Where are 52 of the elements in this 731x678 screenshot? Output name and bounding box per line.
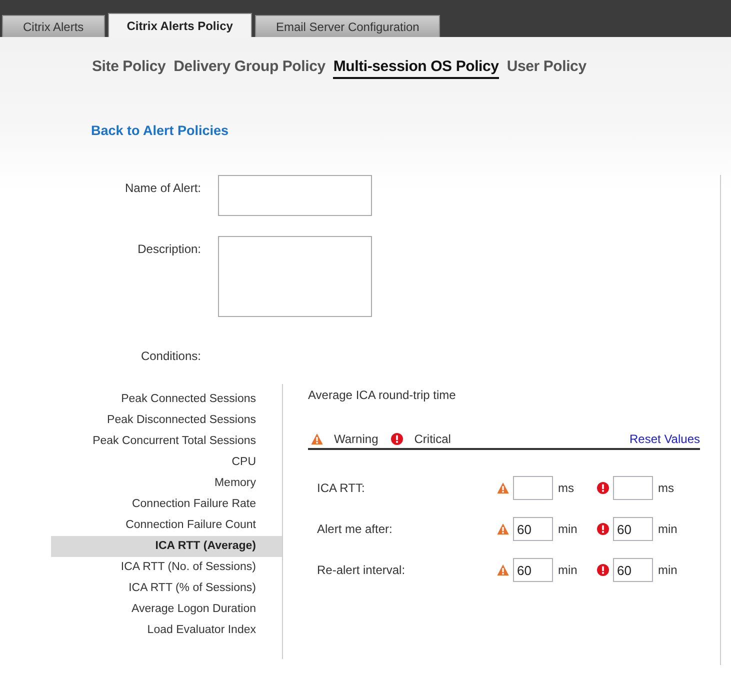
policy-tab[interactable]: User Policy bbox=[506, 58, 586, 77]
error-icon bbox=[391, 433, 404, 445]
setting-label: Alert me after: bbox=[317, 522, 394, 536]
reset-link[interactable]: Reset Values bbox=[630, 432, 700, 446]
field-label: Description: bbox=[136, 241, 201, 258]
threshold-field[interactable] bbox=[513, 476, 553, 500]
warning-icon bbox=[497, 564, 509, 576]
condition-item[interactable]: Load Evaluator Index bbox=[51, 620, 282, 641]
setting-label: ICA RTT: bbox=[317, 481, 366, 495]
condition-item[interactable]: CPU bbox=[51, 452, 282, 473]
unit-label: min bbox=[558, 522, 578, 536]
condition-item[interactable]: Memory bbox=[51, 473, 282, 494]
back-link[interactable]: Back to Alert Policies bbox=[91, 123, 229, 138]
condition-item[interactable]: Connection Failure Rate bbox=[51, 494, 282, 515]
tab[interactable]: Email Server Configuration bbox=[254, 15, 440, 37]
condition-item[interactable]: ICA RTT (Average) bbox=[51, 536, 282, 557]
threshold-field[interactable]: 60 bbox=[613, 517, 653, 541]
unit-label: ms bbox=[658, 481, 674, 495]
policy-tab[interactable]: Site Policy bbox=[92, 58, 166, 77]
warning-icon bbox=[497, 523, 509, 535]
threshold-field[interactable] bbox=[613, 476, 653, 500]
condition-item[interactable]: Peak Connected Sessions bbox=[51, 389, 282, 410]
setting-label: Re-alert interval: bbox=[317, 563, 406, 577]
policy-tab[interactable]: Multi-session OS Policy bbox=[333, 58, 499, 79]
legend-label: Warning bbox=[334, 432, 378, 446]
condition-item[interactable]: Peak Concurrent Total Sessions bbox=[51, 431, 282, 452]
warning-icon bbox=[497, 482, 509, 494]
error-icon bbox=[597, 482, 609, 494]
policy-tab[interactable]: Delivery Group Policy bbox=[174, 58, 326, 77]
tab[interactable]: Citrix Alerts Policy bbox=[108, 13, 252, 37]
tab[interactable]: Citrix Alerts bbox=[2, 15, 105, 37]
condition-title: Average ICA round-trip time bbox=[308, 388, 457, 402]
field-label: Name of Alert: bbox=[124, 180, 201, 197]
unit-label: min bbox=[658, 522, 678, 536]
error-icon bbox=[597, 564, 609, 576]
threshold-field[interactable]: 60 bbox=[613, 558, 653, 582]
description-field[interactable] bbox=[218, 236, 372, 317]
name-field[interactable] bbox=[218, 175, 372, 216]
conditions-label: Conditions: bbox=[140, 349, 201, 363]
unit-label: min bbox=[658, 563, 678, 577]
condition-item[interactable]: Average Logon Duration bbox=[51, 599, 282, 620]
condition-item[interactable]: Peak Disconnected Sessions bbox=[51, 410, 282, 431]
threshold-field[interactable]: 60 bbox=[513, 517, 553, 541]
legend-label: Critical bbox=[414, 432, 451, 446]
unit-label: min bbox=[558, 563, 578, 577]
unit-label: ms bbox=[558, 481, 574, 495]
threshold-field[interactable]: 60 bbox=[513, 558, 553, 582]
condition-item[interactable]: ICA RTT (No. of Sessions) bbox=[51, 557, 282, 578]
condition-item[interactable]: Connection Failure Count bbox=[51, 515, 282, 536]
error-icon bbox=[597, 523, 609, 535]
condition-item[interactable]: ICA RTT (% of Sessions) bbox=[51, 578, 282, 599]
warning-icon bbox=[311, 433, 323, 445]
